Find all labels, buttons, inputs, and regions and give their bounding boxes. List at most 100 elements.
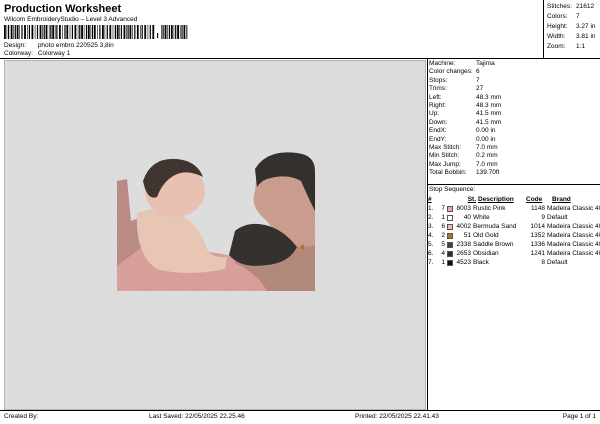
stat-row-zoom: Zoom: 1:1 [547, 43, 586, 50]
thread-description: Rustic Pink [473, 205, 506, 212]
info-row: Trims: 27 [429, 85, 484, 93]
row-stop: 5 [441, 241, 445, 248]
stop-sequence-table: # St. Description Code Brand 1. 7 8003 Rust… [428, 195, 600, 267]
thread-description: Saddle Brown [473, 241, 514, 248]
embroidery-design-image [117, 151, 315, 291]
thread-brand: Madeira Classic 40 [547, 205, 600, 212]
stitch-count: 1352 [530, 232, 545, 239]
design-row: Design: photo embro 220525 3,8in [4, 42, 114, 49]
color-swatch [447, 232, 453, 239]
thread-code: 51 [463, 232, 471, 239]
thread-code: 8003 [456, 205, 471, 212]
info-row: Machine: Tajima [429, 60, 495, 67]
thread-code: 40 [463, 214, 471, 221]
color-swatch-cell [447, 232, 455, 239]
table-row: 3. 6 4002 Bermuda Sand 1014 Madeira Classic 4… [428, 222, 600, 231]
info-row: Up: 41.5 mm [429, 110, 502, 118]
stop-sequence-title: Stop Sequence: [429, 186, 476, 193]
thread-brand: Madeira Classic 40 [547, 232, 600, 239]
created-by: Created By: [4, 413, 39, 420]
table-row: 7. 1 4523 Black 8 Default [428, 258, 600, 267]
machine-info: Machine: Tajima Color changes: 6 Stops: 7 T… [429, 60, 501, 177]
row-number: 1. [428, 205, 434, 212]
stitch-count: 8 [541, 259, 545, 266]
info-row: Down: 41.5 mm [429, 118, 502, 126]
row-stop: 6 [441, 223, 445, 230]
stitch-count: 1014 [530, 223, 545, 230]
row-stop: 4 [441, 250, 445, 257]
color-swatch [447, 250, 453, 257]
stitch-count: 1148 [531, 205, 545, 212]
thread-description: Black [473, 259, 489, 266]
info-row: EndX: 0.00 in [429, 127, 496, 135]
thread-brand: Madeira Classic 40 [547, 241, 600, 248]
stats-divider [543, 0, 544, 58]
info-row: Color changes: 6 [429, 68, 480, 76]
colorway-label: Colorway: [4, 50, 33, 57]
thread-brand: Madeira Classic 40 [547, 223, 600, 230]
stop-sequence-header: # St. Description Code Brand [428, 196, 571, 203]
row-number: 2. [428, 214, 434, 221]
row-stop: 1 [441, 259, 445, 266]
color-swatch-cell [447, 205, 455, 212]
design-value: photo embro 220525 3,8in [37, 42, 114, 49]
color-swatch-cell [447, 223, 455, 230]
row-number: 5. [428, 241, 434, 248]
color-swatch [447, 214, 453, 221]
colorway-row: Colorway: Colorway 1 [4, 50, 70, 57]
design-stats: Stitches: 21612 Colors: 7 Height: 3.27 in W… [547, 3, 596, 53]
color-swatch [447, 241, 453, 248]
thread-description: Bermuda Sand [473, 223, 517, 230]
thread-brand: Default [547, 214, 568, 221]
table-row: 2. 1 40 White 9 Default [428, 213, 600, 222]
color-swatch [447, 205, 453, 212]
colorway-value: Colorway 1 [37, 50, 71, 57]
table-row: 1. 7 8003 Rustic Pink 1148 Madeira Classic 40 [428, 204, 600, 213]
stop-sequence-rows: 1. 7 8003 Rustic Pink 1148 Madeira Classic 40… [428, 204, 600, 267]
info-row: Min Stitch: 0.2 mm [429, 152, 498, 160]
thread-code: 2338 [456, 241, 471, 248]
info-row: Left: 48.3 mm [429, 93, 502, 101]
info-row: Max Jump: 7.0 mm [429, 160, 498, 168]
row-number: 6. [428, 250, 434, 257]
stitch-count: 1241 [530, 250, 545, 257]
stat-row-colors: Colors: 7 [547, 13, 580, 20]
stat-row-width: Width: 3.81 in [547, 33, 596, 40]
info-row: Max Stitch: 7.0 mm [429, 143, 498, 151]
table-row: 4. 2 51 Old Gold 1352 Madeira Classic 40 [428, 231, 600, 240]
color-swatch [447, 259, 453, 266]
stitch-count: 9 [541, 214, 545, 221]
info-row: Right: 48.3 mm [429, 101, 502, 109]
row-stop: 7 [441, 205, 445, 212]
stat-row-height: Height: 3.27 in [547, 23, 596, 30]
printed-date: Printed: 22/05/2025 22.41.43 [355, 413, 439, 420]
stitch-count: 1336 [530, 241, 545, 248]
info-row: EndY: 0.00 in [429, 135, 496, 143]
table-row: 5. 5 2338 Saddle Brown 1336 Madeira Classic 4… [428, 240, 600, 249]
thread-description: Old Gold [473, 232, 499, 239]
thread-description: Obsidian [473, 250, 499, 257]
last-saved: Last Saved: 22/05/2025 22.25.46 [149, 413, 245, 420]
info-row: Stops: 7 [429, 76, 480, 84]
row-stop: 2 [441, 232, 445, 239]
row-number: 3. [428, 223, 434, 230]
thread-code: 4002 [456, 223, 471, 230]
color-swatch-cell [447, 241, 455, 248]
info-row: Total Bobbin: 139.70ft [429, 169, 500, 177]
thread-code: 4523 [456, 259, 471, 266]
table-row: 6. 4 2653 Obsidian 1241 Madeira Classic 40 [428, 249, 600, 258]
color-swatch-cell [447, 250, 455, 257]
worksheet-title: Production Worksheet [4, 3, 122, 15]
software-name: Wilcom EmbroideryStudio – Level 3 Advanc… [4, 16, 138, 23]
barcode [4, 25, 189, 39]
footer-divider [0, 410, 600, 411]
color-swatch-cell [447, 214, 455, 221]
stat-row-stitches: Stitches: 21612 [547, 3, 595, 10]
color-swatch [447, 223, 453, 230]
design-preview-canvas[interactable] [4, 60, 426, 410]
thread-code: 2653 [456, 250, 471, 257]
row-number: 7. [428, 259, 434, 266]
row-number: 4. [428, 232, 434, 239]
row-stop: 1 [441, 214, 445, 221]
header-divider [0, 58, 600, 59]
